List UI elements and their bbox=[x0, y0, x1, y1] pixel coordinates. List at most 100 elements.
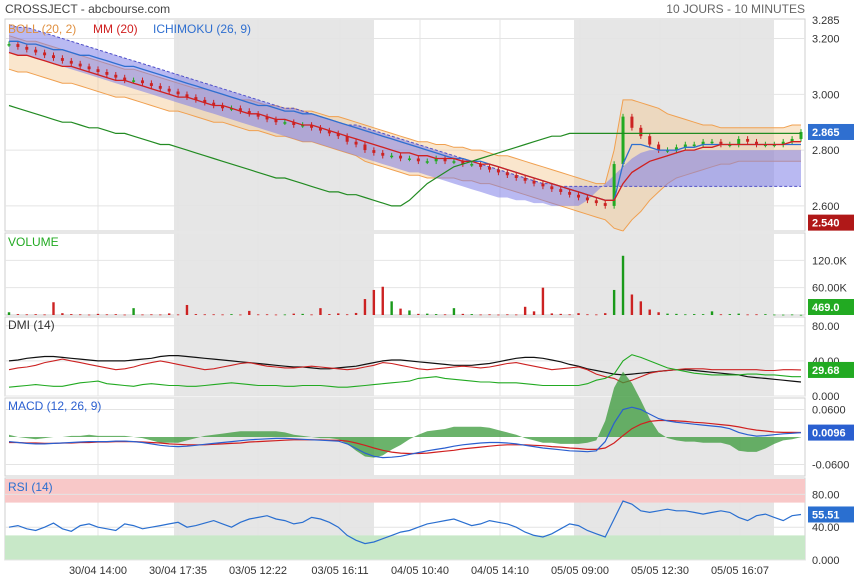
y-tick-label: 0.000 bbox=[812, 391, 840, 403]
volume-bar bbox=[96, 313, 100, 315]
candle-body bbox=[416, 158, 420, 162]
shade-band-0 bbox=[174, 318, 374, 396]
volume-bar bbox=[737, 313, 740, 315]
candle-body bbox=[488, 166, 492, 170]
candle-body bbox=[692, 144, 696, 147]
volume-bar bbox=[265, 314, 269, 316]
volume-bar bbox=[194, 314, 198, 315]
volume-bar bbox=[283, 314, 287, 316]
volume-bar bbox=[782, 314, 785, 316]
volume-bar bbox=[488, 314, 491, 316]
volume-bar bbox=[408, 310, 411, 315]
y-tick-label: 80.00 bbox=[812, 321, 840, 333]
volume-bar bbox=[105, 314, 109, 316]
y-tick-label: 120.0K bbox=[812, 255, 848, 267]
volume-bar bbox=[203, 314, 206, 316]
volume-bar bbox=[256, 314, 260, 316]
volume-bar bbox=[701, 314, 705, 315]
legend-dmi: DMI (14) bbox=[8, 318, 55, 332]
volume-bar bbox=[221, 314, 224, 316]
candle-body bbox=[16, 44, 20, 47]
candle-body bbox=[505, 172, 509, 176]
volume-bar bbox=[434, 314, 438, 315]
x-tick-label: 30/04 14:00 bbox=[69, 565, 127, 577]
y-tick-label: 3.200 bbox=[812, 34, 840, 46]
candle-body bbox=[585, 197, 589, 201]
volume-bar bbox=[523, 306, 527, 315]
candle-body bbox=[114, 74, 118, 78]
volume-bar bbox=[150, 314, 153, 316]
volume-bar bbox=[541, 287, 545, 315]
candle-body bbox=[390, 155, 394, 158]
last-volume-badge: 469.0 bbox=[812, 302, 840, 314]
legend-ichimoku: ICHIMOKU (26, 9) bbox=[153, 22, 251, 36]
x-tick-label: 03/05 12:22 bbox=[229, 565, 287, 577]
price-y-axis: 3.200 3.000 2.800 2.600 3.285 2.865 2.540 bbox=[808, 15, 854, 231]
volume-bar bbox=[693, 314, 696, 315]
volume-bar bbox=[363, 299, 367, 315]
macd-y-axis: 0.0600 -0.0600 0.0096 bbox=[808, 404, 854, 472]
candle-body bbox=[710, 141, 714, 144]
volume-bar bbox=[532, 311, 536, 315]
candle-body bbox=[648, 136, 652, 145]
volume-bar bbox=[426, 313, 429, 315]
shade-band-1 bbox=[574, 318, 774, 396]
candle-body bbox=[577, 194, 581, 198]
volume-bar bbox=[292, 313, 295, 315]
volume-bar bbox=[328, 314, 331, 315]
y-top-label: 3.285 bbox=[812, 15, 840, 27]
volume-bar bbox=[123, 314, 126, 316]
volume-bar bbox=[61, 313, 64, 315]
volume-bar bbox=[310, 314, 313, 316]
volume-bar bbox=[648, 309, 651, 315]
volume-bar bbox=[141, 314, 144, 316]
volume-y-axis: 120.0K 60.00K 469.0 bbox=[808, 255, 854, 315]
volume-bar bbox=[719, 314, 723, 316]
low-price-badge: 2.540 bbox=[812, 218, 840, 230]
legend-mm: MM (20) bbox=[93, 22, 138, 36]
x-axis: 30/04 14:00 30/04 17:35 03/05 12:22 03/05 1… bbox=[69, 565, 769, 577]
volume-bar bbox=[34, 314, 37, 315]
candle-body bbox=[87, 66, 91, 70]
candle-body bbox=[105, 72, 109, 75]
volume-bar bbox=[710, 311, 714, 315]
volume-bar bbox=[497, 314, 500, 316]
volume-bar bbox=[577, 313, 580, 315]
volume-bar bbox=[461, 313, 465, 315]
candle-body bbox=[470, 164, 474, 166]
volume-bar bbox=[595, 314, 598, 316]
y-tick-label: 3.000 bbox=[812, 89, 840, 101]
volume-bar bbox=[417, 313, 420, 315]
y-tick-label: 2.800 bbox=[812, 145, 840, 157]
volume-bar bbox=[354, 312, 358, 315]
candle-body bbox=[167, 88, 171, 92]
candle-body bbox=[158, 85, 162, 89]
y-tick-label: 60.00K bbox=[812, 283, 848, 295]
volume-bar bbox=[443, 314, 447, 316]
volume-bar bbox=[159, 314, 162, 316]
volume-bar bbox=[70, 314, 73, 315]
volume-bar bbox=[176, 314, 180, 316]
volume-bar bbox=[515, 314, 518, 316]
y-tick-label: 40.00 bbox=[812, 522, 840, 534]
candle-body bbox=[532, 180, 536, 184]
x-tick-label: 04/05 10:40 bbox=[391, 565, 449, 577]
y-tick-label: 0.000 bbox=[812, 555, 840, 567]
y-tick-label: -0.0600 bbox=[812, 460, 849, 472]
candle-body bbox=[363, 144, 367, 151]
candle-body bbox=[34, 49, 38, 53]
y-tick-label: 80.00 bbox=[812, 489, 840, 501]
candle-body bbox=[176, 91, 180, 95]
candle-body bbox=[514, 175, 518, 178]
volume-bar bbox=[114, 314, 117, 315]
candle-body bbox=[452, 161, 456, 163]
volume-bar bbox=[7, 312, 11, 315]
candle-body bbox=[51, 55, 55, 59]
candle-body bbox=[354, 141, 358, 145]
volume-bar bbox=[479, 314, 482, 316]
rsi-overbought-zone bbox=[5, 479, 805, 503]
candle-body bbox=[523, 178, 527, 181]
legend-boll: BOLL (20, 2) bbox=[8, 22, 76, 36]
candle-body bbox=[496, 169, 500, 173]
candle-body bbox=[568, 191, 572, 195]
